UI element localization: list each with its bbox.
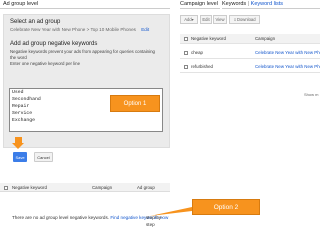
row-campaign-link[interactable]: Celebrate New Year with New Phone: [255, 46, 320, 59]
description-line-1: Negative keywords prevent your ads from …: [10, 49, 155, 60]
option-2-pointer: [150, 207, 192, 216]
option-2-callout: Option 2: [192, 199, 260, 215]
arrow-down-icon: [12, 137, 24, 149]
column-ad-group[interactable]: Ad group: [137, 183, 155, 192]
chevron-down-icon: ▾: [191, 17, 194, 22]
ad-group-table-header: Negative keyword Campaign Ad group: [0, 183, 170, 192]
empty-table-message: There are no ad group level negative key…: [12, 214, 168, 227]
select-all-checkbox[interactable]: [184, 34, 188, 44]
edit-button[interactable]: Edit: [200, 15, 212, 24]
tab-separator: |: [247, 1, 250, 7]
row-checkbox[interactable]: [184, 60, 188, 73]
select-ad-group-title: Select an ad group: [10, 19, 61, 25]
empty-text: There are no ad group level negative key…: [12, 215, 110, 220]
add-negative-keywords-title: Add ad group negative keywords: [10, 41, 98, 47]
download-label: Download: [236, 17, 256, 22]
row-keyword: cheap: [191, 50, 203, 55]
cancel-button[interactable]: Cancel: [34, 152, 53, 162]
campaign-level-title: Campaign level: [180, 0, 220, 9]
column-negative-keyword[interactable]: Negative keyword: [191, 34, 226, 44]
keyword-line: Used: [12, 90, 24, 95]
keywords-header: Keywords | Keyword lists: [222, 0, 320, 9]
download-button[interactable]: ⇩ Download: [229, 15, 260, 24]
add-dropdown-button[interactable]: Add ▾: [180, 15, 198, 24]
row-keyword: refurbished: [191, 64, 213, 69]
column-negative-keyword[interactable]: Negative keyword: [12, 183, 47, 192]
select-all-checkbox[interactable]: [4, 183, 8, 192]
tab-keywords[interactable]: Keywords: [222, 1, 246, 7]
column-campaign[interactable]: Campaign: [255, 34, 275, 44]
keyword-line: Service: [12, 111, 33, 116]
edit-link[interactable]: Edit: [141, 27, 149, 32]
add-label: Add: [184, 17, 192, 22]
ad-group-breadcrumb: Celebrate New Year with New Phone > Top …: [10, 27, 149, 32]
table-row: cheap Celebrate New Year with New Phone: [180, 46, 320, 59]
column-campaign[interactable]: Campaign: [92, 183, 112, 192]
ad-group-level-title: Ad group level: [0, 0, 170, 9]
option-2-pointer-arrow: [150, 207, 192, 216]
save-button[interactable]: Save: [13, 152, 27, 162]
campaign-table-header: Negative keyword Campaign: [180, 34, 320, 44]
show-more-link[interactable]: Show m: [304, 92, 318, 97]
view-button[interactable]: View: [213, 15, 227, 24]
tab-keyword-lists[interactable]: Keyword lists: [251, 1, 283, 7]
table-row: refurbished Celebrate New Year with New …: [180, 60, 320, 73]
breadcrumb-text: Celebrate New Year with New Phone > Top …: [10, 27, 136, 32]
keyword-line: Secondhand: [12, 97, 41, 102]
option-1-callout: Option 1: [110, 95, 160, 112]
keyword-line: Exchange: [12, 118, 36, 123]
row-checkbox[interactable]: [184, 46, 188, 59]
row-campaign-link[interactable]: Celebrate New Year with New Phone: [255, 60, 320, 73]
keyword-line: Repair: [12, 104, 30, 109]
description-line-2: Enter one negative keyword per line: [10, 61, 81, 66]
negative-keywords-description: Negative keywords prevent your ads from …: [10, 49, 160, 67]
